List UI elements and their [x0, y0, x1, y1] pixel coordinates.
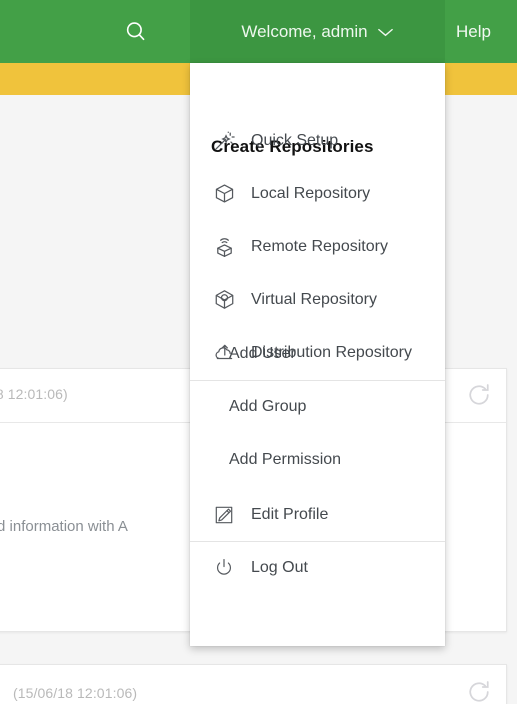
help-label: Help	[456, 21, 491, 41]
help-button[interactable]: Help	[456, 0, 491, 63]
menu-item-label: Remote Repository	[251, 237, 388, 255]
menu-item-label: Virtual Repository	[251, 290, 377, 308]
cube-icon	[211, 181, 237, 207]
card-top-body-text: uild information with A	[0, 518, 128, 535]
menu-section-user-actions: Edit Profile Log Out	[190, 488, 445, 594]
menu-item-remote-repository[interactable]: Remote Repository	[190, 220, 445, 273]
top-navigation-bar: Welcome, admin Help	[0, 0, 517, 63]
refresh-icon[interactable]	[464, 677, 494, 704]
menu-item-add-group[interactable]: Add Group	[190, 380, 445, 433]
chevron-down-icon	[377, 26, 394, 38]
user-dropdown-menu: Create Repositories Quick Setup Local Re…	[190, 63, 445, 646]
app-root: /18 12:01:06) uild information with A (1…	[0, 0, 517, 704]
menu-item-label: Add User	[229, 344, 296, 362]
menu-section-administration: Add User Add Group Add Permission	[190, 327, 445, 486]
menu-item-add-permission[interactable]: Add Permission	[190, 433, 445, 486]
user-menu-label: Welcome, admin	[241, 21, 368, 41]
menu-item-log-out[interactable]: Log Out	[190, 541, 445, 594]
menu-item-label: Log Out	[251, 558, 308, 576]
card-top-timestamp: /18 12:01:06)	[0, 386, 68, 402]
menu-item-label: Edit Profile	[251, 505, 329, 523]
menu-item-virtual-repository[interactable]: Virtual Repository	[190, 273, 445, 326]
menu-item-label: Add Permission	[229, 450, 342, 468]
menu-item-label: Add Group	[229, 397, 307, 415]
magic-wand-icon	[211, 128, 237, 154]
menu-item-label: Local Repository	[251, 184, 371, 202]
pencil-square-icon	[211, 502, 237, 528]
card-bottom-timestamp: (15/06/18 12:01:06)	[13, 685, 138, 701]
cube-virtual-icon	[211, 287, 237, 313]
menu-item-edit-profile[interactable]: Edit Profile	[190, 488, 445, 541]
search-icon[interactable]	[112, 0, 160, 63]
cube-signal-icon	[211, 234, 237, 260]
refresh-icon[interactable]	[464, 380, 494, 410]
menu-item-local-repository[interactable]: Local Repository	[190, 167, 445, 220]
power-icon	[211, 555, 237, 581]
menu-item-label: Quick Setup	[251, 131, 339, 149]
menu-item-quick-setup[interactable]: Quick Setup	[190, 114, 445, 167]
user-menu-button[interactable]: Welcome, admin	[190, 0, 445, 63]
menu-item-add-user[interactable]: Add User	[190, 327, 445, 380]
